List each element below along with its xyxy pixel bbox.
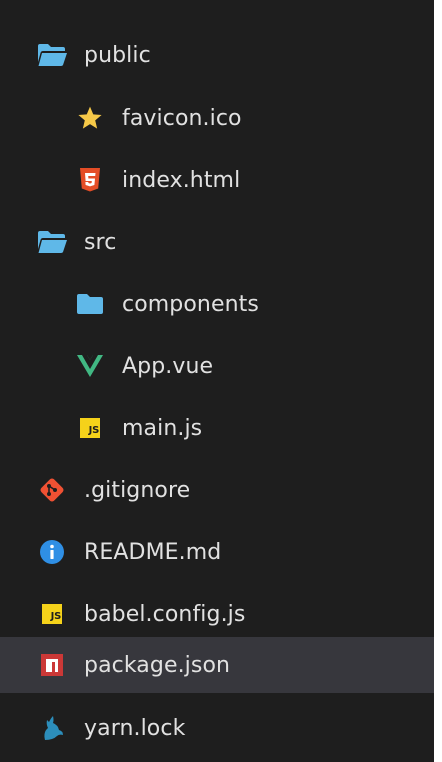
tree-item-label: README.md bbox=[84, 539, 222, 565]
git-icon bbox=[36, 474, 68, 506]
tree-item-src[interactable]: src bbox=[0, 211, 434, 273]
tree-item-package-json[interactable]: package.json bbox=[0, 637, 434, 693]
folder-open-icon bbox=[36, 226, 68, 258]
tree-item-readme[interactable]: README.md bbox=[0, 521, 434, 583]
folder-open-icon bbox=[36, 39, 68, 71]
vue-icon bbox=[74, 350, 106, 382]
tree-item-label: public bbox=[84, 42, 151, 68]
tree-item-label: components bbox=[122, 291, 259, 317]
tree-item-label: src bbox=[84, 229, 117, 255]
js-badge: JS bbox=[80, 418, 100, 438]
info-icon bbox=[36, 536, 68, 568]
yarn-icon bbox=[36, 712, 68, 744]
js-badge: JS bbox=[42, 604, 62, 624]
tree-item-label: yarn.lock bbox=[84, 715, 186, 741]
tree-item-app-vue[interactable]: App.vue bbox=[0, 335, 434, 397]
tree-item-components[interactable]: components bbox=[0, 273, 434, 335]
tree-item-label: favicon.ico bbox=[122, 105, 242, 131]
tree-item-label: main.js bbox=[122, 415, 203, 441]
tree-item-gitignore[interactable]: .gitignore bbox=[0, 459, 434, 521]
html5-icon bbox=[74, 164, 106, 196]
tree-item-label: babel.config.js bbox=[84, 601, 246, 627]
javascript-icon: JS bbox=[74, 412, 106, 444]
star-icon bbox=[74, 102, 106, 134]
tree-item-favicon[interactable]: favicon.ico bbox=[0, 87, 434, 149]
javascript-icon: JS bbox=[36, 598, 68, 630]
tree-item-label: index.html bbox=[122, 167, 241, 193]
npm-icon bbox=[36, 649, 68, 681]
tree-item-label: package.json bbox=[84, 652, 231, 678]
tree-item-yarn-lock[interactable]: yarn.lock bbox=[0, 697, 434, 759]
tree-item-label: .gitignore bbox=[84, 477, 191, 503]
tree-item-label: App.vue bbox=[122, 353, 214, 379]
tree-item-public[interactable]: public bbox=[0, 24, 434, 86]
tree-item-main-js[interactable]: JS main.js bbox=[0, 397, 434, 459]
file-explorer: public favicon.ico index.html src compon… bbox=[0, 0, 434, 762]
tree-item-babel-config[interactable]: JS babel.config.js bbox=[0, 583, 434, 645]
tree-item-index-html[interactable]: index.html bbox=[0, 149, 434, 211]
folder-icon bbox=[74, 288, 106, 320]
